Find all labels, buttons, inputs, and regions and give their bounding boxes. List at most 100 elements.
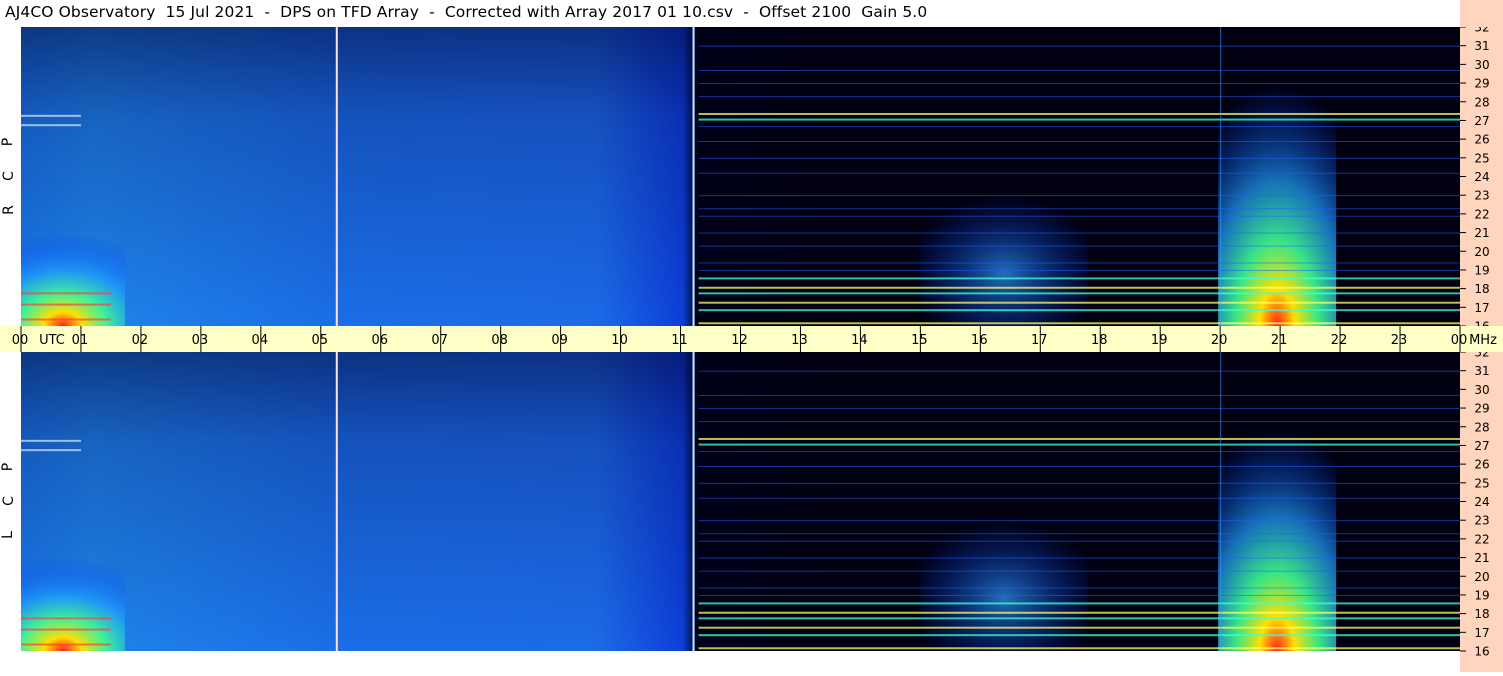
x-tick-label: 17	[1031, 333, 1048, 348]
bottom-strip	[0, 651, 1460, 672]
y-tick-label: 22	[1474, 207, 1489, 221]
lcp-letter-p: P	[0, 462, 17, 472]
x-tick-label: 08	[491, 333, 508, 348]
y-tick-label: 25	[1474, 151, 1489, 165]
interference-line	[21, 449, 81, 452]
interference-line	[698, 286, 1460, 289]
interference-line	[698, 322, 1460, 325]
x-tick-label: 14	[851, 333, 868, 348]
x-tick-label: 16	[971, 333, 988, 348]
interference-line	[698, 309, 1460, 312]
interference-line	[698, 557, 1460, 559]
y-tick-label: 18	[1474, 282, 1489, 296]
x-tick-label: 13	[791, 333, 808, 348]
x-tick-label: 12	[731, 333, 748, 348]
axis-corner	[1460, 0, 1503, 27]
interference-line	[698, 465, 1460, 467]
x-tick-label: 03	[192, 333, 209, 348]
interference-line	[698, 570, 1460, 572]
utc-label: UTC	[39, 333, 65, 348]
vertical-marker-line	[692, 27, 695, 326]
y-tick-label: 29	[1474, 402, 1489, 416]
y-tick-label: 23	[1474, 514, 1489, 528]
diffuse-glow	[920, 195, 1089, 326]
interference-line	[698, 140, 1460, 142]
x-tick-label: 01	[72, 333, 89, 348]
y-tick-label: 31	[1474, 39, 1489, 53]
interference-line	[698, 626, 1460, 629]
y-tick-label: 29	[1474, 77, 1489, 91]
y-tick-label: 20	[1474, 570, 1489, 584]
interference-line	[698, 301, 1460, 304]
interference-line	[698, 195, 1460, 197]
interference-line	[698, 520, 1460, 522]
y-tick-label: 30	[1474, 383, 1489, 397]
x-tick-label: 18	[1091, 333, 1108, 348]
rcp-spectrogram	[21, 27, 1460, 326]
emission-region-1	[21, 232, 125, 326]
interference-line	[21, 114, 81, 117]
interference-line	[698, 647, 1460, 650]
interference-line	[698, 157, 1460, 159]
x-tick-label: 11	[671, 333, 688, 348]
x-tick-label: 21	[1271, 333, 1288, 348]
interference-line	[698, 482, 1460, 484]
x-tick-label: 05	[312, 333, 329, 348]
interference-line	[698, 634, 1460, 637]
y-tick-label: 31	[1474, 364, 1489, 378]
x-tick-label: 02	[132, 333, 149, 348]
interference-line	[698, 172, 1460, 174]
y-tick-label: 25	[1474, 476, 1489, 490]
title-bar: AJ4CO Observatory 15 Jul 2021 - DPS on T…	[0, 0, 1460, 27]
rcp-spectrogram-svg	[21, 27, 1460, 326]
y-tick-label: 24	[1474, 170, 1489, 184]
y-tick-label: 32	[1474, 27, 1489, 35]
interference-line	[698, 69, 1460, 71]
vertical-marker-line	[335, 27, 338, 326]
interference-line	[21, 124, 81, 127]
vertical-marker-line	[1220, 352, 1222, 651]
y-tick-label: 22	[1474, 532, 1489, 546]
interference-line	[698, 540, 1460, 542]
interference-line	[698, 277, 1460, 280]
diffuse-glow	[920, 520, 1089, 651]
interference-line	[698, 269, 1460, 271]
y-tick-label: 27	[1474, 114, 1489, 128]
x-tick-label: 15	[911, 333, 928, 348]
interference-line	[698, 215, 1460, 217]
x-tick-label: 06	[371, 333, 388, 348]
interference-line	[698, 587, 1460, 589]
interference-line	[21, 318, 111, 321]
vertical-marker-line	[335, 352, 338, 651]
interference-line	[698, 443, 1460, 446]
rcp-letter-p: P	[0, 137, 17, 147]
lcp-spectrogram-svg	[21, 352, 1460, 651]
x-tick-label: 22	[1331, 333, 1348, 348]
interference-line	[21, 303, 111, 306]
interference-line	[698, 602, 1460, 605]
interference-line	[698, 370, 1460, 372]
interference-line	[698, 497, 1460, 499]
interference-line	[698, 112, 1460, 115]
interference-line	[21, 628, 111, 631]
interference-line	[698, 96, 1460, 98]
chart-title: AJ4CO Observatory 15 Jul 2021 - DPS on T…	[5, 3, 928, 21]
lcp-letter-l: L	[0, 531, 16, 539]
x-tick-label: 00	[1451, 333, 1468, 348]
y-tick-label: 16	[1474, 645, 1489, 659]
y-tick-label: 26	[1474, 458, 1489, 472]
interference-line	[698, 292, 1460, 295]
interference-line	[698, 118, 1460, 121]
lcp-letter-c: C	[0, 496, 17, 506]
interference-line	[698, 245, 1460, 247]
y-tick-label: 26	[1474, 133, 1489, 147]
interference-line	[698, 394, 1460, 396]
interference-line	[698, 262, 1460, 264]
rcp-frequency-axis: 1617181920212223242526272829303132	[1460, 21, 1503, 334]
y-tick-label: 23	[1474, 189, 1489, 203]
y-tick-label: 19	[1474, 588, 1489, 602]
interference-line	[698, 126, 1460, 128]
interference-line	[698, 533, 1460, 535]
x-tick-label: 19	[1151, 333, 1168, 348]
interference-line	[698, 451, 1460, 453]
